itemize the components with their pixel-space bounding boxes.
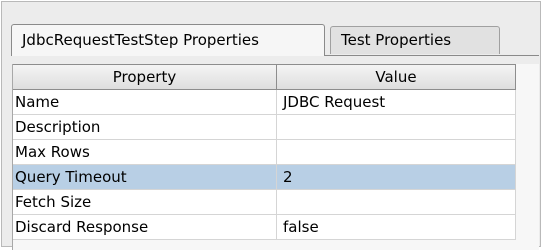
- value-cell[interactable]: [277, 140, 516, 164]
- table-row-name[interactable]: Name JDBC Request: [13, 90, 516, 115]
- table-body: Name JDBC Request Description Max Rows Q…: [13, 90, 516, 240]
- property-cell: Query Timeout: [13, 165, 277, 189]
- tab-jdbc-request-teststep-properties[interactable]: JdbcRequestTestStep Properties: [11, 24, 325, 56]
- value-cell[interactable]: [277, 115, 516, 139]
- table-header: Property Value: [13, 64, 516, 90]
- property-cell: Max Rows: [13, 140, 277, 164]
- value-cell[interactable]: 2: [277, 165, 516, 189]
- table-row-discard-response[interactable]: Discard Response false: [13, 215, 516, 240]
- property-cell: Description: [13, 115, 277, 139]
- table-row-max-rows[interactable]: Max Rows: [13, 140, 516, 165]
- tab-test-properties[interactable]: Test Properties: [330, 26, 500, 54]
- table-row-fetch-size[interactable]: Fetch Size: [13, 190, 516, 215]
- property-cell: Fetch Size: [13, 190, 277, 214]
- table-row-description[interactable]: Description: [13, 115, 516, 140]
- column-header-property[interactable]: Property: [13, 65, 277, 89]
- value-cell[interactable]: false: [277, 215, 516, 239]
- column-header-value[interactable]: Value: [277, 65, 516, 89]
- properties-table: Property Value Name JDBC Request Descrip…: [12, 64, 539, 250]
- property-cell: Name: [13, 90, 277, 114]
- value-cell[interactable]: JDBC Request: [277, 90, 516, 114]
- property-cell: Discard Response: [13, 215, 277, 239]
- table-row-query-timeout[interactable]: Query Timeout 2: [13, 165, 516, 190]
- properties-panel: JdbcRequestTestStep Properties Test Prop…: [1, 1, 541, 250]
- value-cell[interactable]: [277, 190, 516, 214]
